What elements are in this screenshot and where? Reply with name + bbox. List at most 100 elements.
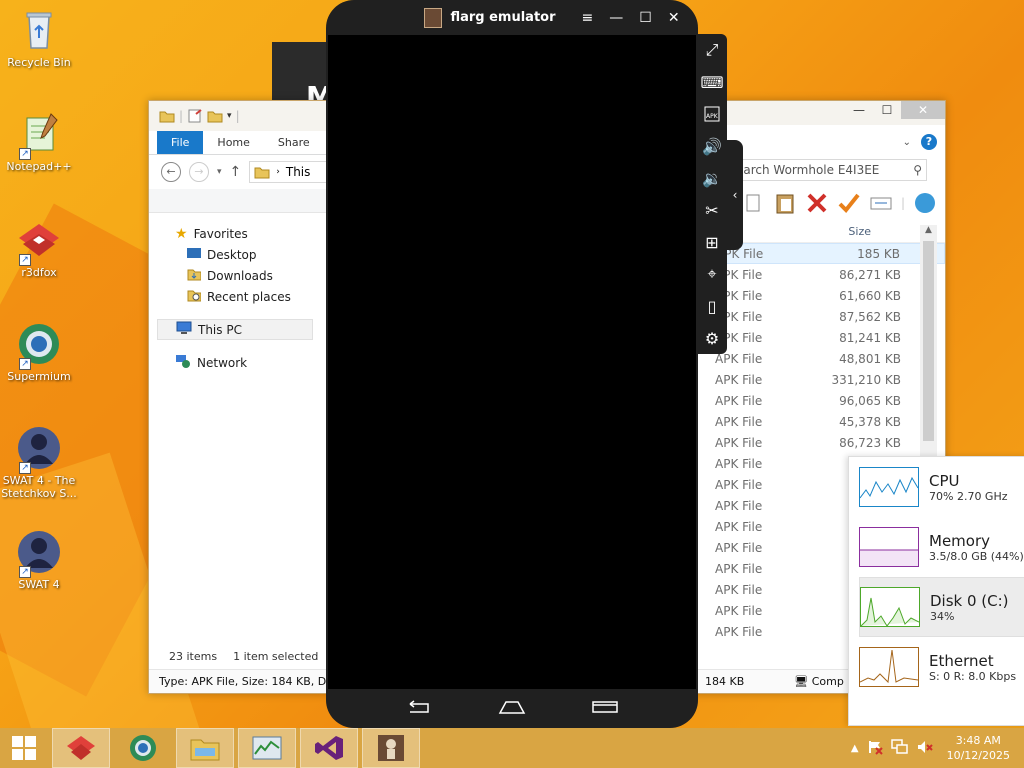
nav-item-network[interactable]: Network [149,352,347,373]
expand-ribbon-icon[interactable]: ⌄ [903,137,911,148]
explorer-titlebar[interactable]: | ▾ | [149,101,347,131]
emulator-window[interactable]: flarg emulator ≡ — ☐ ✕ [326,0,698,728]
install-apk-icon[interactable]: APK [697,98,727,130]
volume-up-icon[interactable]: 🔊 [697,130,727,162]
file-type: APK File [715,372,763,387]
properties-icon[interactable] [187,108,203,124]
collapse-sidebar-tab[interactable]: ‹ [727,140,743,250]
file-type: APK File [715,582,763,597]
close-button[interactable]: ✕ [901,101,945,119]
copy-icon[interactable] [741,191,765,215]
explorer-titlebar-controls: — ☐ ✕ [691,101,945,125]
menu-icon[interactable]: ≡ [582,10,594,26]
file-row[interactable]: APK File 61,660 KB [691,285,945,306]
new-folder-icon[interactable] [207,108,223,124]
clock[interactable]: 3:48 AM 10/12/2025 [947,733,1010,763]
customize-quick-access-icon[interactable]: ▾ [227,111,232,121]
taskbar: ▲ 3:48 AM 10/12/2025 [0,728,1024,768]
file-row[interactable]: APK File 331,210 KB [691,369,945,390]
settings-icon[interactable]: ⚙ [697,322,727,354]
volume-muted-icon[interactable] [917,739,933,758]
file-type: APK File [715,477,763,492]
network-status-icon[interactable] [890,738,909,758]
minimize-icon[interactable]: — [609,10,623,26]
forward-button[interactable]: → [189,162,209,182]
scrollbar-thumb[interactable] [923,241,934,441]
file-explorer-window[interactable]: | ▾ | File Home Share ← → ▾ ↑ › This ★ F… [148,100,348,694]
taskbar-app-supermium[interactable] [114,728,172,768]
file-type: APK File [715,456,763,471]
fullscreen-icon[interactable]: ⤢ [697,34,727,66]
desktop-icon-swat4-stetchkov[interactable]: ↗ SWAT 4 - The Stetchkov S... [0,424,78,500]
taskbar-app-visual-studio[interactable] [300,728,358,768]
file-row[interactable]: APK File 87,562 KB [691,306,945,327]
file-row[interactable]: APK File 86,723 KB [691,432,945,453]
breadcrumb[interactable]: This [286,165,311,179]
volume-down-icon[interactable]: 🔉 [697,162,727,194]
recent-locations-icon[interactable]: ▾ [217,167,222,177]
up-button[interactable]: ↑ [230,164,242,180]
file-row[interactable]: APK File 45,378 KB [691,411,945,432]
file-row[interactable]: APK File 96,065 KB [691,390,945,411]
home-icon[interactable] [498,699,526,718]
desktop-icon-supermium[interactable]: ↗ Supermium [0,320,78,383]
maximize-icon[interactable]: ☐ [639,10,652,26]
show-hidden-icons-icon[interactable]: ▲ [851,743,859,754]
task-manager-performance-panel[interactable]: CPU 70% 2.70 GHz Memory 3.5/8.0 GB (44%)… [848,456,1024,726]
desktop-icon-r3dfox[interactable]: ↗ r3dfox [0,216,78,279]
properties-icon[interactable] [913,191,937,215]
nav-item-this-pc[interactable]: This PC [157,319,313,340]
rename-icon[interactable] [869,191,893,215]
multi-instance-icon[interactable]: ⊞ [697,226,727,258]
start-button[interactable] [0,728,48,768]
computer-icon [176,321,192,338]
file-type: APK File [715,435,763,450]
desktop-icon-swat4[interactable]: ↗ SWAT 4 [0,528,78,591]
delete-icon[interactable] [805,191,829,215]
file-row[interactable]: APK File 81,241 KB [691,327,945,348]
screenshot-icon[interactable]: ✂ [697,194,727,226]
search-input[interactable]: earch Wormhole E4I3EE ⚲ [731,159,927,181]
perf-disk[interactable]: Disk 0 (C:) 34% [859,577,1024,637]
perf-value: 3.5/8.0 GB (44%) [929,549,1024,563]
keyboard-icon[interactable]: ⌨ [697,66,727,98]
details-bar: Type: APK File, Size: 184 KB, Date [149,669,347,693]
tab-share[interactable]: Share [264,131,324,154]
back-icon[interactable] [406,699,432,718]
divider: | [901,196,906,210]
maximize-button[interactable]: ☐ [873,101,901,119]
taskbar-app-r3dfox[interactable] [52,728,110,768]
perf-ethernet[interactable]: Ethernet S: 0 R: 8.0 Kbps [849,637,1024,697]
taskbar-app-task-manager[interactable] [238,728,296,768]
location-icon[interactable]: ⌖ [697,258,727,290]
nav-item-favorites[interactable]: ★ Favorites [149,223,347,244]
nav-item-recent-places[interactable]: Recent places [149,286,347,307]
emulator-titlebar[interactable]: flarg emulator ≡ — ☐ ✕ [326,0,698,35]
back-button[interactable]: ← [161,162,181,182]
clock-date: 10/12/2025 [946,749,1010,762]
taskbar-app-file-explorer[interactable] [176,728,234,768]
star-icon: ★ [175,225,188,242]
help-icon[interactable]: ? [921,134,937,150]
shake-icon[interactable]: ▯ [697,290,727,322]
file-row[interactable]: APK File 48,801 KB [691,348,945,369]
action-center-icon[interactable] [867,739,883,758]
desktop-icon-notepad-plus-plus[interactable]: ↗ Notepad++ [0,110,78,173]
tab-home[interactable]: Home [203,131,263,154]
check-icon[interactable] [837,191,861,215]
emulator-screen[interactable] [328,35,696,689]
perf-memory[interactable]: Memory 3.5/8.0 GB (44%) [849,517,1024,577]
close-icon[interactable]: ✕ [668,10,680,26]
nav-item-desktop[interactable]: Desktop [149,244,347,265]
tab-file[interactable]: File [157,131,204,154]
swat4-icon: ↗ [15,528,63,578]
minimize-button[interactable]: — [845,101,873,119]
desktop-icon-recycle-bin[interactable]: Recycle Bin [0,6,78,69]
taskbar-app-flarg-emulator[interactable] [362,728,420,768]
perf-cpu[interactable]: CPU 70% 2.70 GHz [849,457,1024,517]
nav-item-downloads[interactable]: Downloads [149,265,347,286]
paste-icon[interactable] [773,191,797,215]
file-row[interactable]: APK File 86,271 KB [691,264,945,285]
scroll-up-icon[interactable]: ▲ [920,225,937,235]
recents-icon[interactable] [592,699,618,718]
